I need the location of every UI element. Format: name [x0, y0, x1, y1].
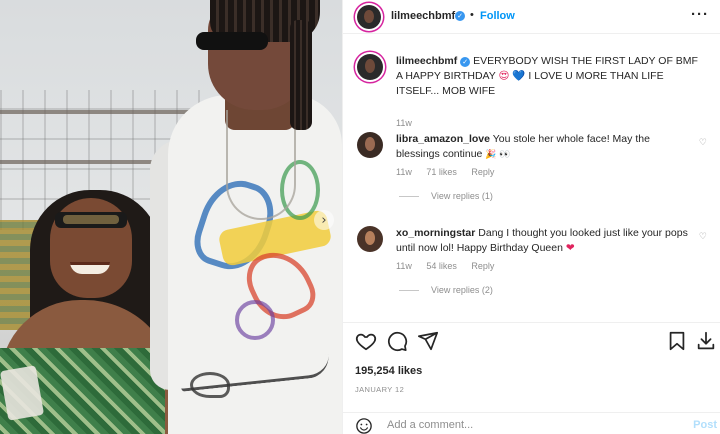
caption-meta: 11w — [396, 118, 424, 128]
more-options-icon[interactable]: ··· — [691, 6, 709, 23]
photo-woman-sunglasses — [55, 212, 127, 228]
replies-line — [399, 196, 419, 198]
follow-button[interactable]: Follow — [480, 10, 515, 22]
photo-woman-smile — [70, 262, 110, 274]
red-heart-emoji: ❤ — [565, 242, 575, 254]
heart-eyes-emoji: 😍 — [498, 70, 510, 82]
commenter-avatar[interactable] — [357, 132, 383, 158]
separator-dot: • — [470, 9, 474, 21]
download-icon[interactable] — [695, 330, 717, 352]
post-comment-button[interactable]: Post — [693, 419, 717, 431]
comment-age: 11w — [396, 261, 412, 271]
carousel-next-button[interactable]: › — [314, 210, 334, 230]
comment-likes[interactable]: 71 likes — [426, 167, 457, 177]
heart-icon[interactable] — [355, 330, 377, 352]
comment-age: 11w — [396, 167, 412, 177]
comment-input[interactable] — [387, 416, 657, 434]
reply-button[interactable]: Reply — [471, 167, 494, 177]
comment-likes[interactable]: 54 likes — [426, 261, 457, 271]
comment-icon[interactable] — [386, 330, 408, 352]
comment-text: libra_amazon_love You stole her whole fa… — [396, 132, 696, 163]
photo-man-sunglasses — [196, 32, 268, 50]
post-header: lilmeechbmf ✓ • Follow ··· — [343, 0, 720, 34]
bookmark-icon[interactable] — [666, 330, 688, 352]
caption-text: lilmeechbmf ✓ EVERYBODY WISH THE FIRST L… — [396, 54, 701, 99]
photo-man-chain — [226, 110, 296, 220]
view-replies-label: View replies (2) — [431, 285, 493, 295]
photo-man-braids — [290, 20, 312, 130]
replies-line — [399, 290, 419, 292]
comment-like-heart-icon[interactable]: ♡ — [699, 232, 707, 242]
photo-shirt-signature — [190, 372, 230, 398]
post-actions: 195,254 likes JANUARY 12 — [343, 322, 720, 422]
view-replies-button[interactable]: View replies (2) — [399, 285, 493, 295]
photo-shirt-graffiti — [235, 300, 275, 340]
post-side-panel: lilmeechbmf ✓ • Follow ··· lilmeechbmf ✓… — [342, 0, 720, 434]
share-icon[interactable] — [417, 330, 439, 352]
commenter-username[interactable]: libra_amazon_love — [396, 133, 490, 145]
view-replies-button[interactable]: View replies (1) — [399, 191, 493, 201]
commenter-avatar[interactable] — [357, 226, 383, 252]
comments-list[interactable]: lilmeechbmf ✓ EVERYBODY WISH THE FIRST L… — [343, 34, 720, 322]
author-avatar[interactable] — [357, 5, 381, 29]
caption-avatar[interactable] — [357, 54, 383, 80]
caption-username[interactable]: lilmeechbmf — [396, 55, 457, 67]
comment-like-heart-icon[interactable]: ♡ — [699, 138, 707, 148]
author-username[interactable]: lilmeechbmf — [391, 10, 455, 22]
comment-emoji: 🎉 👀 — [485, 150, 511, 160]
emoji-icon[interactable] — [355, 417, 373, 434]
comment-text: xo_morningstar Dang I thought you looked… — [396, 226, 696, 256]
add-comment-bar: Post — [343, 412, 720, 434]
caption-age: 11w — [396, 118, 412, 128]
comment-meta: 11w 71 likes Reply — [396, 167, 506, 177]
post-photo[interactable]: › — [0, 0, 342, 434]
post-date: JANUARY 12 — [355, 385, 405, 394]
view-replies-label: View replies (1) — [431, 191, 493, 201]
commenter-username[interactable]: xo_morningstar — [396, 227, 475, 239]
comment-meta: 11w 54 likes Reply — [396, 261, 506, 271]
verified-icon: ✓ — [460, 57, 471, 67]
verified-icon: ✓ — [455, 11, 465, 21]
blue-heart-emoji: 💙 — [512, 70, 526, 82]
reply-button[interactable]: Reply — [471, 261, 494, 271]
likes-count[interactable]: 195,254 likes — [355, 365, 422, 377]
